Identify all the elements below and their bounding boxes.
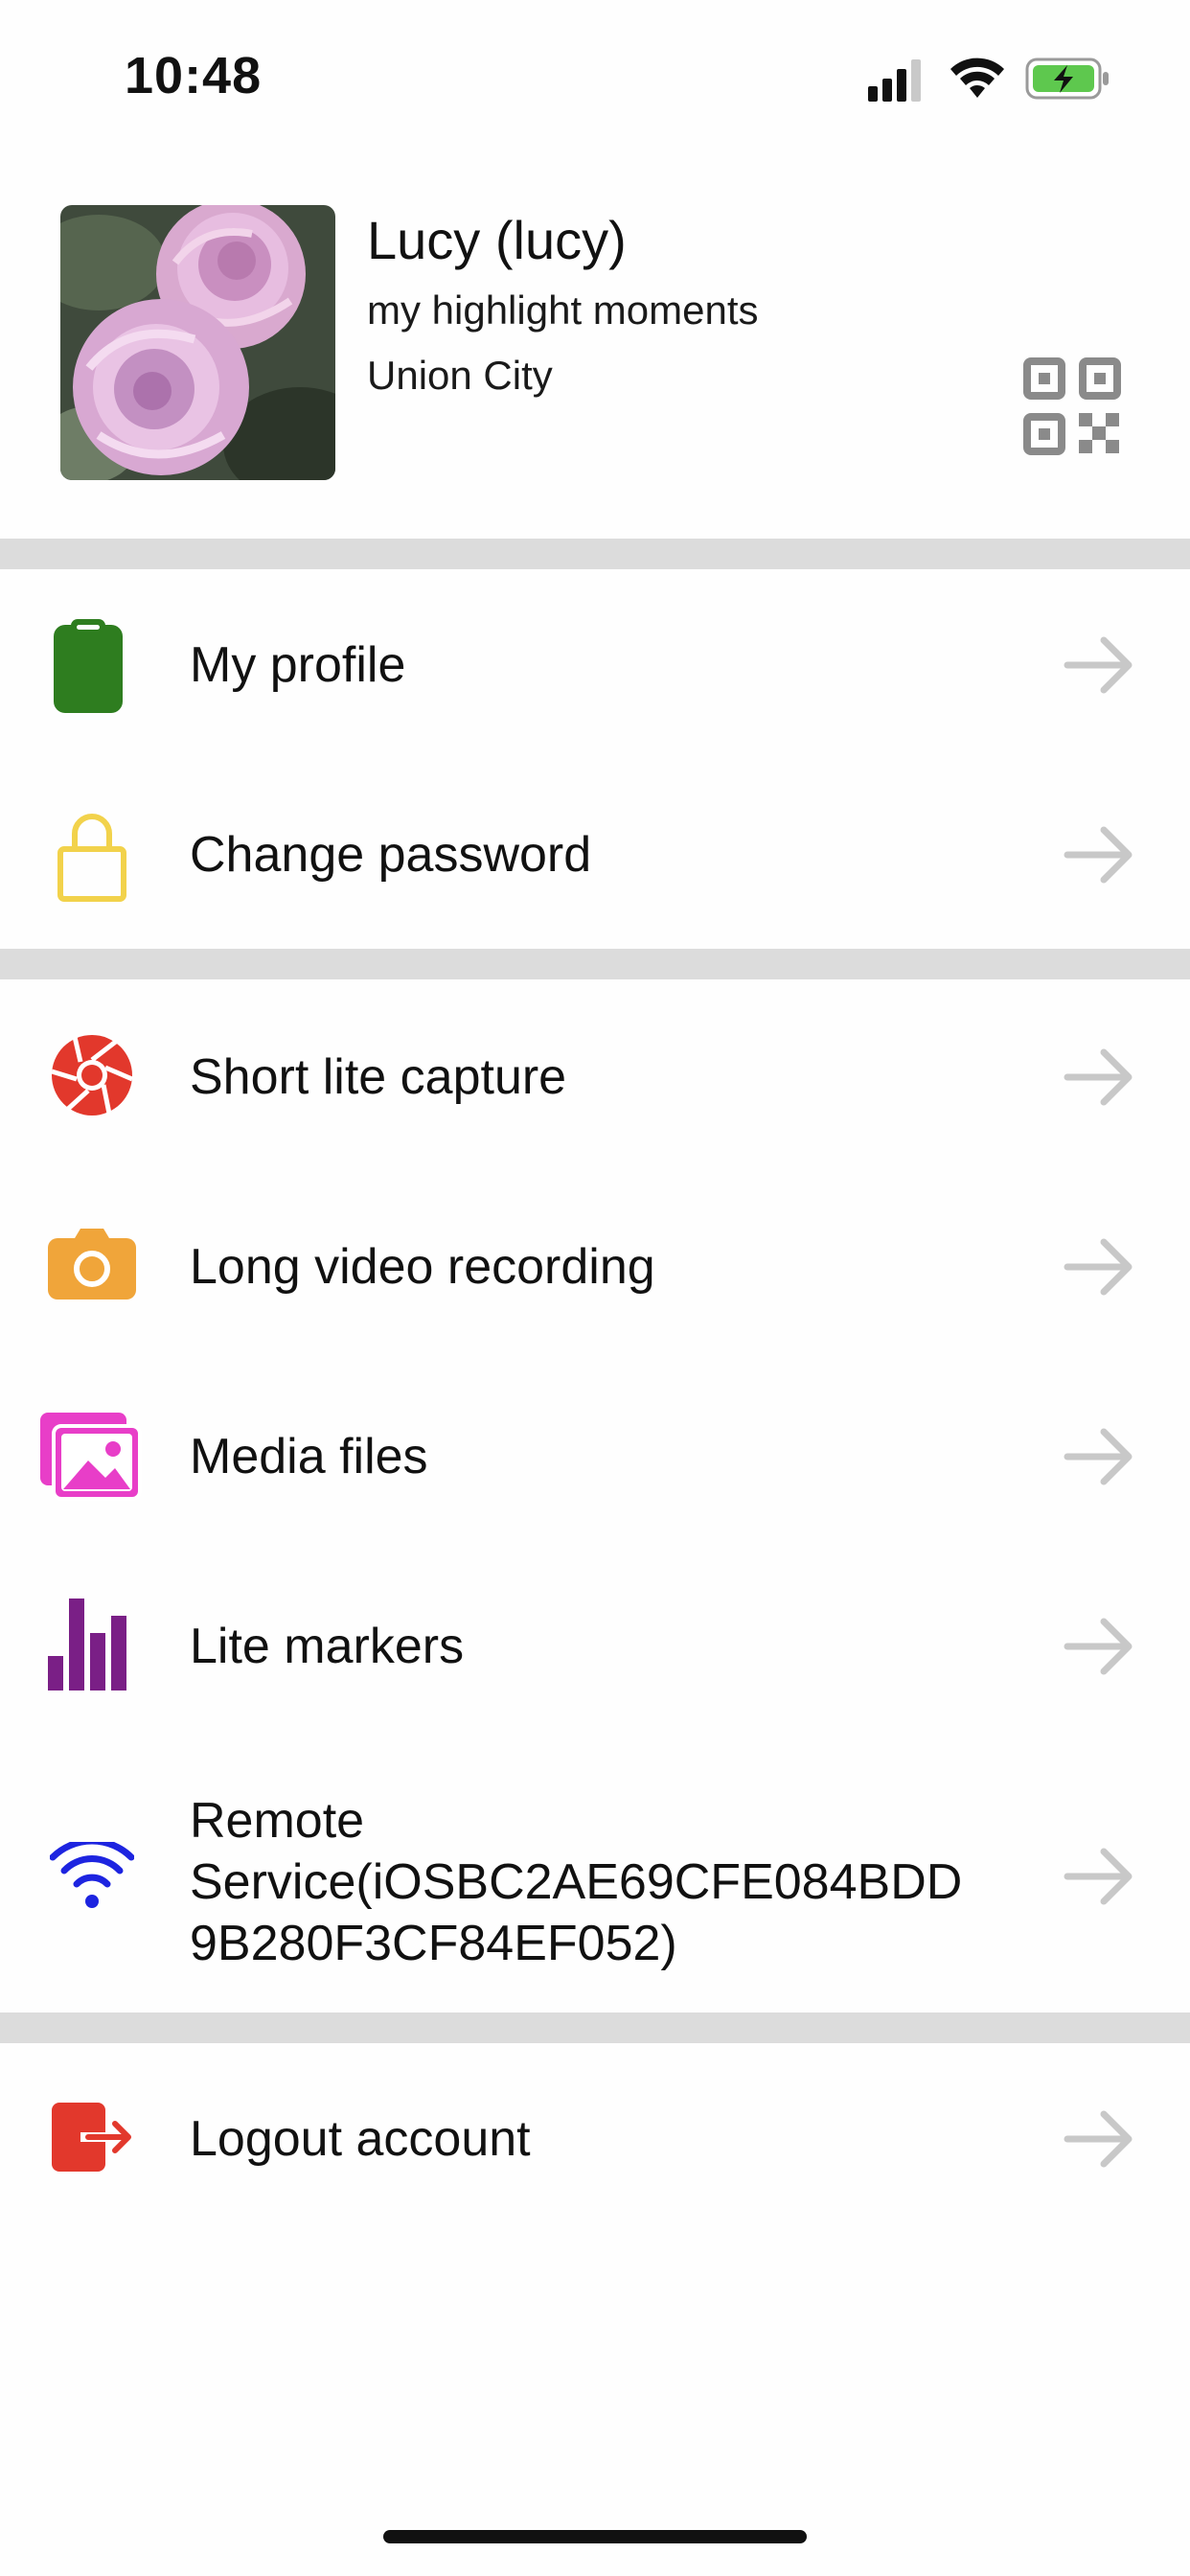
menu-label: Lite markers <box>190 1619 465 1674</box>
qr-code-icon[interactable] <box>1023 357 1121 455</box>
arrow-right-icon <box>1064 1238 1133 1296</box>
arrow-right-icon <box>1064 2110 1133 2168</box>
menu-item-media-files[interactable]: Media files <box>0 1359 1190 1549</box>
rose-photo-image <box>60 205 335 480</box>
wifi-status-icon <box>950 58 1004 98</box>
arrow-right-icon <box>1064 826 1133 884</box>
menu-item-my-profile[interactable]: My profile <box>0 569 1190 759</box>
menu-item-lite-markers[interactable]: Lite markers <box>0 1549 1190 1738</box>
status-bar: 10:48 <box>0 0 1190 153</box>
arrow-right-icon <box>1064 636 1133 694</box>
remote-service-line-2: Service(iOSBC2AE69CFE084BDD <box>190 1854 963 1910</box>
menu-label: Change password <box>190 827 592 883</box>
lock-icon <box>57 814 126 902</box>
wifi-icon <box>50 1842 134 1908</box>
menu-label: Logout account <box>190 2111 531 2167</box>
menu-label: Remote Service(iOSBC2AE69CFE084BDD 9B280… <box>190 1790 962 1974</box>
menu-label: My profile <box>190 637 406 693</box>
menu-item-short-lite-capture[interactable]: Short lite capture <box>0 979 1190 1169</box>
menu-label: Long video recording <box>190 1239 655 1295</box>
profile-name: Lucy (lucy) <box>367 210 627 270</box>
menu-item-long-video-recording[interactable]: Long video recording <box>0 1169 1190 1359</box>
remote-service-line-3: 9B280F3CF84EF052) <box>190 1916 677 1971</box>
section-divider <box>0 949 1190 979</box>
arrow-right-icon <box>1064 1048 1133 1106</box>
section-divider <box>0 539 1190 569</box>
aperture-icon <box>51 1035 133 1116</box>
menu-label: Short lite capture <box>190 1049 567 1105</box>
profile-city: Union City <box>367 353 553 398</box>
arrow-right-icon <box>1064 1618 1133 1675</box>
menu-item-logout[interactable]: Logout account <box>0 2043 1190 2233</box>
avatar[interactable] <box>60 205 335 480</box>
clipboard-icon <box>54 619 123 713</box>
profile-motto: my highlight moments <box>367 288 759 333</box>
arrow-right-icon <box>1064 1848 1133 1905</box>
profile-header[interactable]: Lucy (lucy) my highlight moments Union C… <box>0 182 1190 539</box>
arrow-right-icon <box>1064 1428 1133 1485</box>
gallery-icon <box>40 1413 142 1501</box>
menu-item-remote-service[interactable]: Remote Service(iOSBC2AE69CFE084BDD 9B280… <box>0 1738 1190 2012</box>
remote-service-line-1: Remote <box>190 1793 365 1849</box>
menu-label: Media files <box>190 1429 428 1484</box>
logout-icon <box>52 2103 131 2172</box>
cellular-signal-icon <box>868 59 921 102</box>
status-time: 10:48 <box>125 47 263 104</box>
section-divider <box>0 2012 1190 2043</box>
camera-icon <box>48 1229 136 1300</box>
battery-charging-icon <box>1025 58 1109 100</box>
bar-chart-icon <box>48 1598 126 1690</box>
menu-item-change-password[interactable]: Change password <box>0 759 1190 949</box>
home-indicator[interactable] <box>383 2530 807 2543</box>
